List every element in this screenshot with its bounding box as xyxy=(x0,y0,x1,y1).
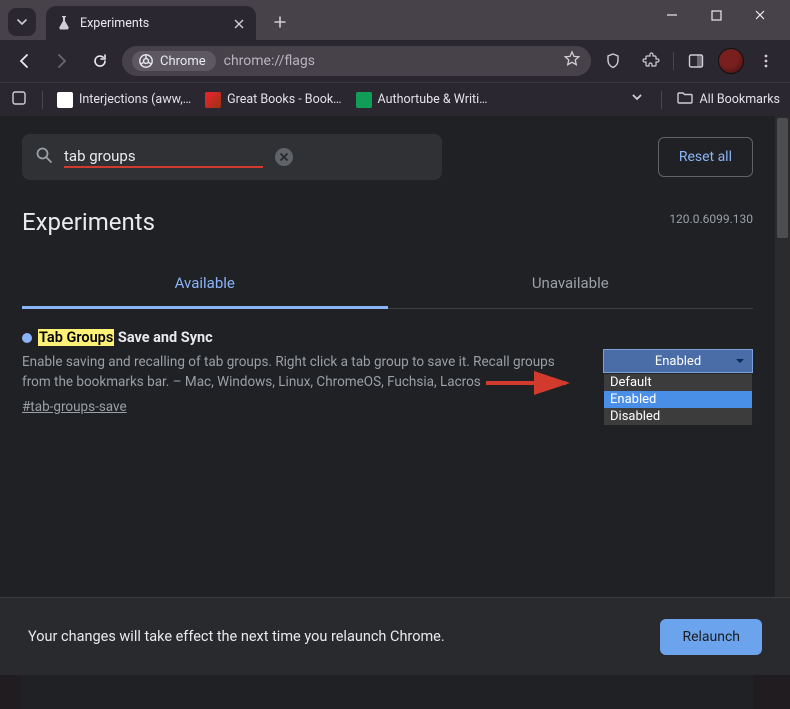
reading-list-icon[interactable] xyxy=(10,89,28,111)
shield-icon[interactable] xyxy=(597,45,629,77)
bookmark-label: Great Books - Book… xyxy=(227,92,341,107)
tab-available[interactable]: Available xyxy=(22,260,388,309)
profile-avatar[interactable] xyxy=(718,48,744,74)
flag-description: Enable saving and recalling of tab group… xyxy=(22,352,582,393)
url-text: chrome://flags xyxy=(224,53,555,69)
window-controls xyxy=(650,0,782,30)
maximize-button[interactable] xyxy=(694,0,738,30)
flags-search-box[interactable] xyxy=(22,134,442,180)
vertical-scrollbar[interactable] xyxy=(775,116,790,675)
flag-anchor-link[interactable]: #tab-groups-save xyxy=(22,399,127,415)
kebab-menu-icon[interactable] xyxy=(750,45,782,77)
browser-tab[interactable]: Experiments xyxy=(46,6,256,40)
tab-search-button[interactable] xyxy=(8,8,36,36)
relaunch-bar: Your changes will take effect the next t… xyxy=(0,597,790,675)
bookmark-item[interactable]: Interjections (aww,… xyxy=(57,92,191,108)
tabs: Available Unavailable xyxy=(22,260,753,309)
bookmark-favicon xyxy=(205,92,221,108)
search-icon xyxy=(34,145,54,169)
bookmark-label: Authortube & Writi… xyxy=(378,92,488,107)
address-bar[interactable]: Chrome chrome://flags xyxy=(122,46,591,76)
bookmarks-bar: Interjections (aww,… Great Books - Book…… xyxy=(0,82,790,116)
dropdown-option-default[interactable]: Default xyxy=(604,374,752,391)
flag-state-dropdown: Default Enabled Disabled xyxy=(603,373,753,426)
star-icon[interactable] xyxy=(563,50,581,72)
flag-title: Tab Groups Save and Sync xyxy=(22,329,583,346)
close-tab-button[interactable] xyxy=(232,16,246,30)
page-title: Experiments xyxy=(22,208,753,236)
folder-icon xyxy=(676,89,694,111)
clear-search-button[interactable] xyxy=(273,146,295,168)
bookmark-item[interactable]: Authortube & Writi… xyxy=(356,92,488,108)
minimize-button[interactable] xyxy=(650,0,694,30)
reset-all-button[interactable]: Reset all xyxy=(658,137,753,177)
tab-title: Experiments xyxy=(80,16,224,31)
bookmarks-overflow-icon[interactable] xyxy=(629,92,647,108)
chevron-down-icon xyxy=(734,355,746,371)
window-titlebar: Experiments xyxy=(0,0,790,40)
dropdown-option-disabled[interactable]: Disabled xyxy=(604,408,752,425)
page-viewport: Reset all Experiments 120.0.6099.130 Ava… xyxy=(0,116,790,675)
all-bookmarks-button[interactable]: All Bookmarks xyxy=(676,89,781,111)
tab-unavailable[interactable]: Unavailable xyxy=(388,260,754,308)
all-bookmarks-label: All Bookmarks xyxy=(700,92,781,107)
flask-icon xyxy=(56,15,72,31)
reload-button[interactable] xyxy=(84,45,116,77)
relaunch-message: Your changes will take effect the next t… xyxy=(28,628,660,645)
dropdown-option-enabled[interactable]: Enabled xyxy=(604,391,752,408)
side-panel-icon[interactable] xyxy=(680,45,712,77)
flags-search-input[interactable] xyxy=(64,147,263,165)
extensions-icon[interactable] xyxy=(635,45,667,77)
chrome-chip-label: Chrome xyxy=(160,54,206,69)
browser-toolbar: Chrome chrome://flags xyxy=(0,40,790,82)
back-button[interactable] xyxy=(8,45,40,77)
relaunch-button[interactable]: Relaunch xyxy=(660,619,762,655)
bookmark-item[interactable]: Great Books - Book… xyxy=(205,92,341,108)
flag-state-select[interactable]: Enabled xyxy=(603,349,753,373)
new-tab-button[interactable] xyxy=(266,8,294,36)
close-window-button[interactable] xyxy=(738,0,782,30)
modified-dot-icon xyxy=(22,333,32,343)
scrollbar-thumb[interactable] xyxy=(777,118,788,238)
bookmark-favicon xyxy=(57,92,73,108)
bookmark-favicon xyxy=(356,92,372,108)
bookmark-label: Interjections (aww,… xyxy=(79,92,191,107)
flag-row: Tab Groups Save and Sync Enable saving a… xyxy=(22,329,753,415)
version-text: 120.0.6099.130 xyxy=(669,212,753,226)
forward-button[interactable] xyxy=(46,45,78,77)
chrome-chip: Chrome xyxy=(132,51,216,71)
